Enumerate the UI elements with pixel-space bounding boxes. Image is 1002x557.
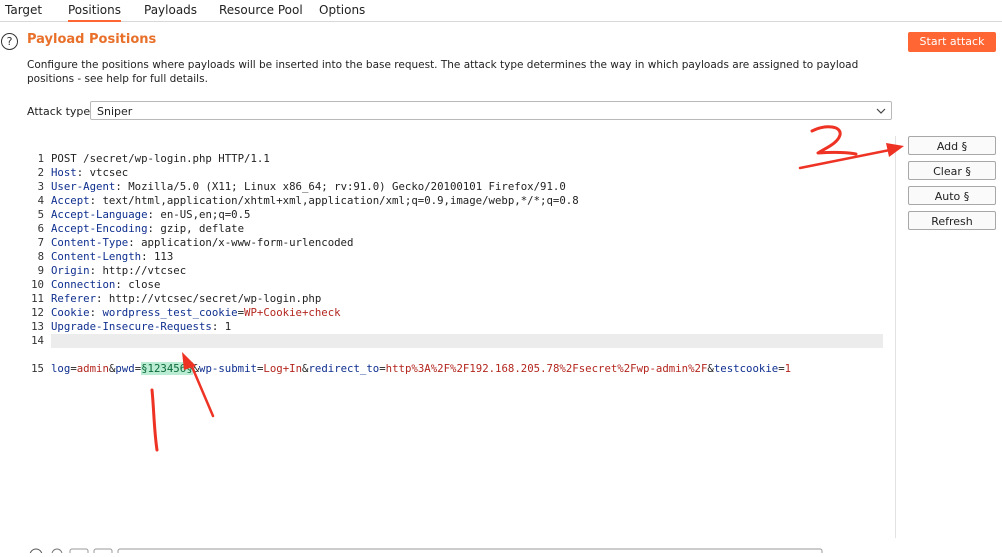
tab-payloads[interactable]: Payloads [144, 0, 197, 21]
tab-bar: Target Positions Payloads Resource Pool … [0, 0, 1002, 22]
param-value: http%3A%2F%2F192.168.205.78%2Fsecret%2Fw… [385, 362, 708, 375]
tab-resource-pool[interactable]: Resource Pool [219, 0, 303, 21]
help-icon[interactable]: ? [1, 33, 18, 50]
param-value: 1 [784, 362, 792, 375]
tab-target[interactable]: Target [5, 0, 42, 21]
current-line-highlight [51, 334, 883, 348]
attack-type-value: Sniper [97, 105, 133, 118]
header-line: 9 Origin: http://vtcsec [27, 250, 887, 277]
auto-markers-button[interactable]: Auto § [908, 186, 996, 205]
attack-type-label: Attack type: [27, 105, 94, 118]
add-marker-button[interactable]: Add § [908, 136, 996, 155]
param-key: wp-submit [199, 362, 257, 375]
header-line: 11 Referer: http://vtcsec/secret/wp-login… [27, 278, 887, 305]
blank-line: 14 [27, 320, 887, 347]
tab-positions[interactable]: Positions [68, 0, 121, 22]
search-bar [0, 538, 1002, 557]
param-value: Log+In [263, 362, 303, 375]
refresh-button[interactable]: Refresh [908, 211, 996, 230]
param-key: redirect_to [308, 362, 380, 375]
search-bar-controls-icon[interactable] [0, 546, 1002, 557]
param-key: pwd [115, 362, 135, 375]
header-line: 3 User-Agent: Mozilla/5.0 (X11; Linux x86… [27, 166, 887, 193]
request-editor[interactable]: 1 POST /secret/wp-login.php HTTP/1.1 2 Hos… [27, 136, 896, 538]
header-line: 10 Connection: close [27, 264, 887, 291]
page-title: Payload Positions [27, 32, 157, 47]
header-line: 7 Content-Type: application/x-www-form-ur… [27, 222, 887, 249]
header-line: 6 Accept-Encoding: gzip, deflate [27, 208, 887, 235]
header-line: 2 Host: vtcsec [27, 152, 887, 179]
payload-position-marker[interactable]: §123456§ [141, 362, 193, 375]
param-key: log [51, 362, 71, 375]
param-value: admin [76, 362, 109, 375]
param-key: testcookie [713, 362, 779, 375]
chevron-down-icon [876, 108, 886, 114]
request-line: 1 POST /secret/wp-login.php HTTP/1.1 [27, 138, 887, 165]
body-line: 15 log=admin&pwd=§123456§&wp-submit=Log+I… [27, 334, 887, 375]
attack-type-select[interactable]: Sniper [90, 101, 892, 120]
cookie-line: 12 Cookie: wordpress_test_cookie=WP+Cooki… [27, 292, 887, 319]
start-attack-button[interactable]: Start attack [908, 32, 996, 52]
header-line: 8 Content-Length: 113 [27, 236, 887, 263]
header-line: 13 Upgrade-Insecure-Requests: 1 [27, 306, 887, 333]
tab-options[interactable]: Options [319, 0, 365, 21]
header-line: 5 Accept-Language: en-US,en;q=0.5 [27, 194, 887, 221]
description-text: Configure the positions where payloads w… [27, 59, 859, 85]
line-number: 15 [31, 362, 44, 375]
header-line: 4 Accept: text/html,application/xhtml+xml… [27, 180, 887, 207]
clear-markers-button[interactable]: Clear § [908, 161, 996, 180]
